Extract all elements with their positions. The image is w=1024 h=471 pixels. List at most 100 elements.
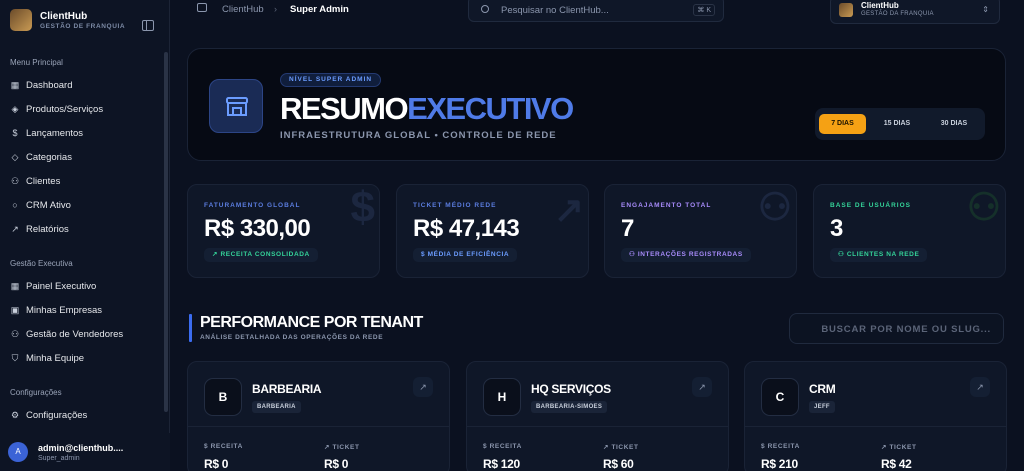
sidebar-scrollbar[interactable] — [164, 52, 168, 412]
tag-icon: ◇ — [11, 152, 19, 162]
tenant-card[interactable]: C CRM JEFF ↗ $ RECEITA ↗ TICKET R$ 210 R… — [744, 361, 1007, 471]
search-icon — [481, 5, 489, 13]
divider — [467, 426, 728, 427]
sidebar-item-vendedores[interactable]: ⚇ Gestão de Vendedores — [0, 322, 164, 346]
gear-icon: ⚙ — [10, 410, 20, 420]
ticket-label-text: TICKET — [611, 444, 639, 451]
kpi-pill: ⚇ INTERAÇÕES REGISTRADAS — [621, 248, 751, 262]
tenant-subtitle: GESTÃO DA FRANQUIA — [861, 11, 934, 17]
tenant-selector[interactable]: ClientHub GESTÃO DA FRANQUIA ⇕ — [830, 0, 1000, 24]
users-icon: ⚇ — [629, 251, 638, 258]
sidebar-item-painel[interactable]: ▦ Painel Executivo — [0, 274, 164, 298]
sidebar-item-clientes[interactable]: ⚇ Clientes — [0, 169, 164, 193]
tenant-card[interactable]: B BARBEARIA BARBEARIA ↗ $ RECEITA ↗ TICK… — [187, 361, 450, 471]
sidebar-item-relatorios[interactable]: ↗ Relatórios — [0, 217, 164, 241]
shortcut-badge: ⌘ K — [693, 4, 715, 16]
ticket-label: ↗ TICKET — [324, 444, 360, 451]
kpi-revenue-card: $ FATURAMENTO GLOBAL R$ 330,00 ↗ RECEITA… — [187, 184, 380, 278]
kpi-users-card: ⚇ BASE DE USUÁRIOS 3 ⚇ CLIENTES NA REDE — [813, 184, 1006, 278]
tenant-logo — [839, 3, 853, 17]
kpi-label: FATURAMENTO GLOBAL — [204, 202, 301, 209]
external-link-icon[interactable]: ↗ — [413, 377, 433, 397]
sidebar-item-label: Relatórios — [26, 223, 69, 235]
kpi-ticket-card: ↗ TICKET MÉDIO REDE R$ 47,143 $ MÉDIA DE… — [396, 184, 589, 278]
tenant-initial: B — [204, 378, 242, 416]
revenue-value: R$ 210 — [761, 457, 798, 471]
sidebar-item-empresas[interactable]: ▣ Minhas Empresas — [0, 298, 164, 322]
kpi-label: BASE DE USUÁRIOS — [830, 202, 912, 209]
tenant-search-input[interactable]: BUSCAR POR NOME OU SLUG... — [789, 313, 1004, 344]
users-icon: ⚇ — [757, 187, 792, 229]
kpi-label: TICKET MÉDIO REDE — [413, 202, 497, 209]
user-role: Super_admin — [38, 454, 80, 462]
external-link-icon[interactable]: ↗ — [970, 377, 990, 397]
chat-icon: ○ — [12, 200, 18, 210]
sidebar-toggle-icon[interactable] — [142, 20, 154, 31]
sidebar-item-label: Minhas Empresas — [26, 304, 103, 316]
chevron-up-down-icon: ⇕ — [982, 5, 989, 14]
kpi-value: R$ 330,00 — [204, 215, 311, 242]
revenue-label: $ RECEITA — [204, 443, 243, 450]
sidebar-item-label: Dashboard — [26, 79, 73, 91]
store-icon — [209, 79, 263, 133]
kpi-value: 3 — [830, 215, 843, 242]
sidebar-item-label: CRM Ativo — [26, 199, 71, 211]
nav-section-executive: Gestão Executiva — [10, 259, 73, 268]
revenue-value: R$ 0 — [204, 457, 229, 471]
tenant-slug: JEFF — [809, 401, 835, 413]
sidebar-item-label: Categorias — [26, 151, 72, 163]
search-input[interactable]: Pesquisar no ClientHub... ⌘ K — [468, 0, 724, 22]
kpi-pill: $ MÉDIA DE EFICIÊNCIA — [413, 248, 518, 262]
period-7-days[interactable]: 7 DIAS — [819, 114, 866, 134]
ticket-label-text: TICKET — [889, 444, 917, 451]
section-accent-bar — [189, 314, 192, 342]
tenant-slug: BARBEARIA — [252, 401, 301, 413]
page-subtitle: INFRAESTRUTURA GLOBAL • CONTROLE DE REDE — [280, 130, 557, 141]
dollar-icon: $ — [421, 251, 428, 258]
breadcrumb-current: Super Admin — [290, 4, 349, 15]
revenue-label-text: RECEITA — [767, 443, 800, 450]
sidebar-item-equipe[interactable]: ⛉ Minha Equipe — [0, 346, 164, 370]
dashboard-icon: ▦ — [10, 80, 20, 90]
sidebar-item-produtos[interactable]: ◈ Produtos/Serviços — [0, 97, 164, 121]
kpi-pill-text: INTERAÇÕES REGISTRADAS — [637, 251, 743, 258]
executive-hero: NÍVEL SUPER ADMIN RESUMOEXECUTIVO INFRAE… — [187, 48, 1006, 161]
sidebar: ClientHub GESTÃO DE FRANQUIA Menu Princi… — [0, 0, 170, 471]
divider — [745, 426, 1006, 427]
section-title: PERFORMANCE POR TENANT — [200, 314, 423, 331]
search-placeholder: Pesquisar no ClientHub... — [501, 5, 609, 16]
sidebar-item-crm[interactable]: ○ CRM Ativo — [0, 193, 164, 217]
ticket-value: R$ 42 — [881, 457, 912, 471]
sidebar-item-categorias[interactable]: ◇ Categorias — [0, 145, 164, 169]
external-link-icon[interactable]: ↗ — [692, 377, 712, 397]
ticket-label: ↗ TICKET — [603, 444, 639, 451]
users-icon: ⚇ — [10, 176, 20, 186]
tenant-name: BARBEARIA — [252, 382, 322, 396]
ticket-value: R$ 60 — [603, 457, 634, 471]
user-profile[interactable]: A admin@clienthub.... Super_admin — [0, 433, 170, 471]
revenue-label: $ RECEITA — [483, 443, 522, 450]
revenue-value: R$ 120 — [483, 457, 520, 471]
kpi-pill-text: RECEITA CONSOLIDADA — [220, 251, 310, 258]
sidebar-item-label: Configurações — [26, 409, 88, 421]
user-icon: ⚇ — [838, 251, 847, 258]
trend-icon: ↗ — [553, 189, 584, 230]
sidebar-item-lancamentos[interactable]: $ Lançamentos — [0, 121, 164, 145]
dashboard-icon: ▦ — [10, 281, 20, 291]
nav-section-main: Menu Principal — [10, 58, 63, 67]
panel-toggle-icon[interactable] — [197, 3, 207, 12]
tenant-initial: H — [483, 378, 521, 416]
sidebar-item-label: Produtos/Serviços — [26, 103, 104, 115]
tenant-name: ClientHub — [861, 1, 899, 10]
sidebar-item-dashboard[interactable]: ▦ Dashboard — [0, 73, 164, 97]
sidebar-item-configuracoes[interactable]: ⚙ Configurações — [0, 403, 164, 427]
ticket-label-text: TICKET — [332, 444, 360, 451]
title-main: RESUMO — [280, 91, 409, 126]
breadcrumb-root[interactable]: ClientHub — [222, 4, 264, 15]
period-15-days[interactable]: 15 DIAS — [873, 114, 921, 134]
period-30-days[interactable]: 30 DIAS — [929, 114, 979, 134]
tenant-card[interactable]: H HQ SERVIÇOS BARBEARIA-SIMOES ↗ $ RECEI… — [466, 361, 729, 471]
kpi-pill: ⚇ CLIENTES NA REDE — [830, 248, 928, 262]
ticket-value: R$ 0 — [324, 457, 349, 471]
kpi-pill-text: MÉDIA DE EFICIÊNCIA — [427, 251, 510, 258]
